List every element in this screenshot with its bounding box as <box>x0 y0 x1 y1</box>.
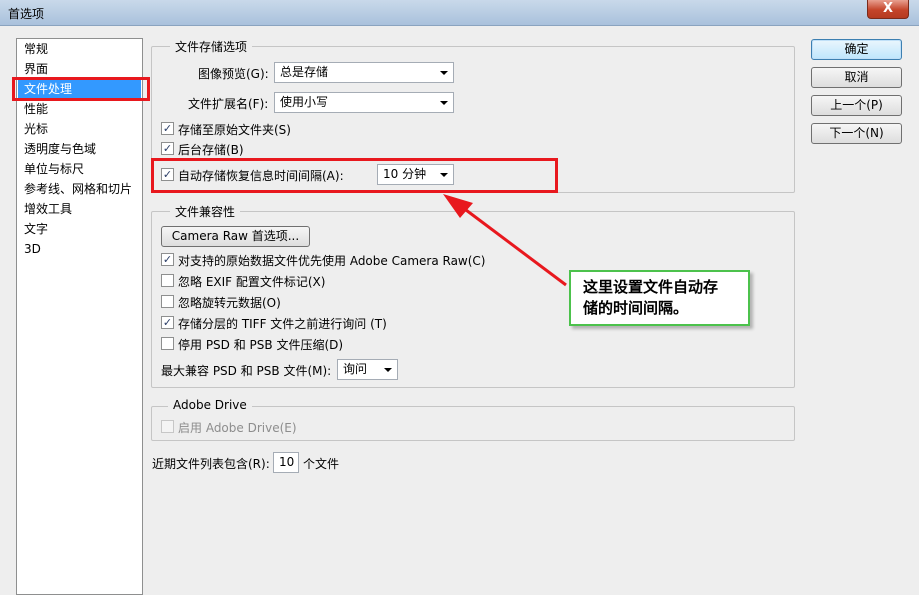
max-compat-label: 最大兼容 PSD 和 PSB 文件(M): <box>161 364 332 378</box>
file-save-legend: 文件存储选项 <box>170 38 253 55</box>
sidebar-item-type[interactable]: 文字 <box>18 220 141 239</box>
save-original-folder-label: 存储至原始文件夹(S) <box>178 123 291 137</box>
recent-files-suffix: 个文件 <box>303 457 340 471</box>
recent-files-label: 近期文件列表包含(R): <box>152 457 270 471</box>
ask-tiff-label: 存储分层的 TIFF 文件之前进行询问 (T) <box>178 317 387 331</box>
window-title: 首选项 <box>8 7 45 21</box>
auto-save-highlight-box <box>151 158 558 193</box>
enable-adobe-drive-label: 启用 Adobe Drive(E) <box>178 421 297 435</box>
sidebar-item-cursors[interactable]: 光标 <box>18 120 141 139</box>
checkmark-icon: ✓ <box>162 142 173 155</box>
background-save-label: 后台存储(B) <box>178 143 244 157</box>
sidebar-item-3d[interactable]: 3D <box>18 240 141 259</box>
close-icon: X <box>882 1 894 16</box>
save-original-folder-checkbox[interactable]: ✓ <box>161 122 174 135</box>
sidebar-item-performance[interactable]: 性能 <box>18 100 141 119</box>
close-button[interactable]: X <box>867 0 909 19</box>
category-list[interactable]: 常规 界面 文件处理 性能 光标 透明度与色域 单位与标尺 参考线、网格和切片 … <box>16 38 143 595</box>
checkmark-icon: ✓ <box>162 316 173 329</box>
title-bar: 首选项 X <box>0 0 919 26</box>
image-preview-value: 总是存储 <box>280 65 329 79</box>
adobe-drive-legend: Adobe Drive <box>168 398 252 412</box>
sidebar-item-units[interactable]: 单位与标尺 <box>18 160 141 179</box>
extension-select[interactable]: 使用小写 <box>274 92 454 113</box>
compat-legend: 文件兼容性 <box>170 203 241 220</box>
sidebar-item-transparency[interactable]: 透明度与色域 <box>18 140 141 159</box>
ignore-exif-checkbox[interactable] <box>161 274 174 287</box>
chevron-down-icon <box>440 71 448 75</box>
extension-label: 文件扩展名(F): <box>188 97 269 111</box>
extension-value: 使用小写 <box>280 95 329 109</box>
sidebar-item-guides[interactable]: 参考线、网格和切片 <box>18 180 141 199</box>
disable-psd-compress-label: 停用 PSD 和 PSB 文件压缩(D) <box>178 338 344 352</box>
max-compat-select[interactable]: 询问 <box>337 359 398 380</box>
callout-line-2: 储的时间间隔。 <box>583 299 689 317</box>
sidebar-item-general[interactable]: 常规 <box>18 40 141 59</box>
image-preview-label: 图像预览(G): <box>198 67 269 81</box>
ignore-exif-label: 忽略 EXIF 配置文件标记(X) <box>178 275 326 289</box>
ignore-rotation-checkbox[interactable] <box>161 295 174 308</box>
image-preview-select[interactable]: 总是存储 <box>274 62 454 83</box>
recent-files-count-input[interactable]: 10 <box>273 452 299 473</box>
background-save-checkbox[interactable]: ✓ <box>161 142 174 155</box>
callout-line-1: 这里设置文件自动存 <box>583 278 719 296</box>
ok-button[interactable]: 确定 <box>811 39 902 60</box>
prefer-acr-checkbox[interactable]: ✓ <box>161 253 174 266</box>
disable-psd-compress-checkbox[interactable] <box>161 337 174 350</box>
checkmark-icon: ✓ <box>162 253 173 266</box>
next-button[interactable]: 下一个(N) <box>811 123 902 144</box>
max-compat-value: 询问 <box>343 362 368 376</box>
annotation-callout: 这里设置文件自动存 储的时间间隔。 <box>569 270 750 326</box>
chevron-down-icon <box>384 368 392 372</box>
sidebar-highlight-box <box>12 77 150 101</box>
ask-tiff-checkbox[interactable]: ✓ <box>161 316 174 329</box>
chevron-down-icon <box>440 101 448 105</box>
camera-raw-prefs-button[interactable]: Camera Raw 首选项... <box>161 226 310 247</box>
prefer-acr-label: 对支持的原始数据文件优先使用 Adobe Camera Raw(C) <box>178 254 486 268</box>
prev-button[interactable]: 上一个(P) <box>811 95 902 116</box>
checkmark-icon: ✓ <box>162 122 173 135</box>
cancel-button[interactable]: 取消 <box>811 67 902 88</box>
ignore-rotation-label: 忽略旋转元数据(O) <box>178 296 281 310</box>
sidebar-item-plugins[interactable]: 增效工具 <box>18 200 141 219</box>
enable-adobe-drive-checkbox[interactable] <box>161 420 174 433</box>
